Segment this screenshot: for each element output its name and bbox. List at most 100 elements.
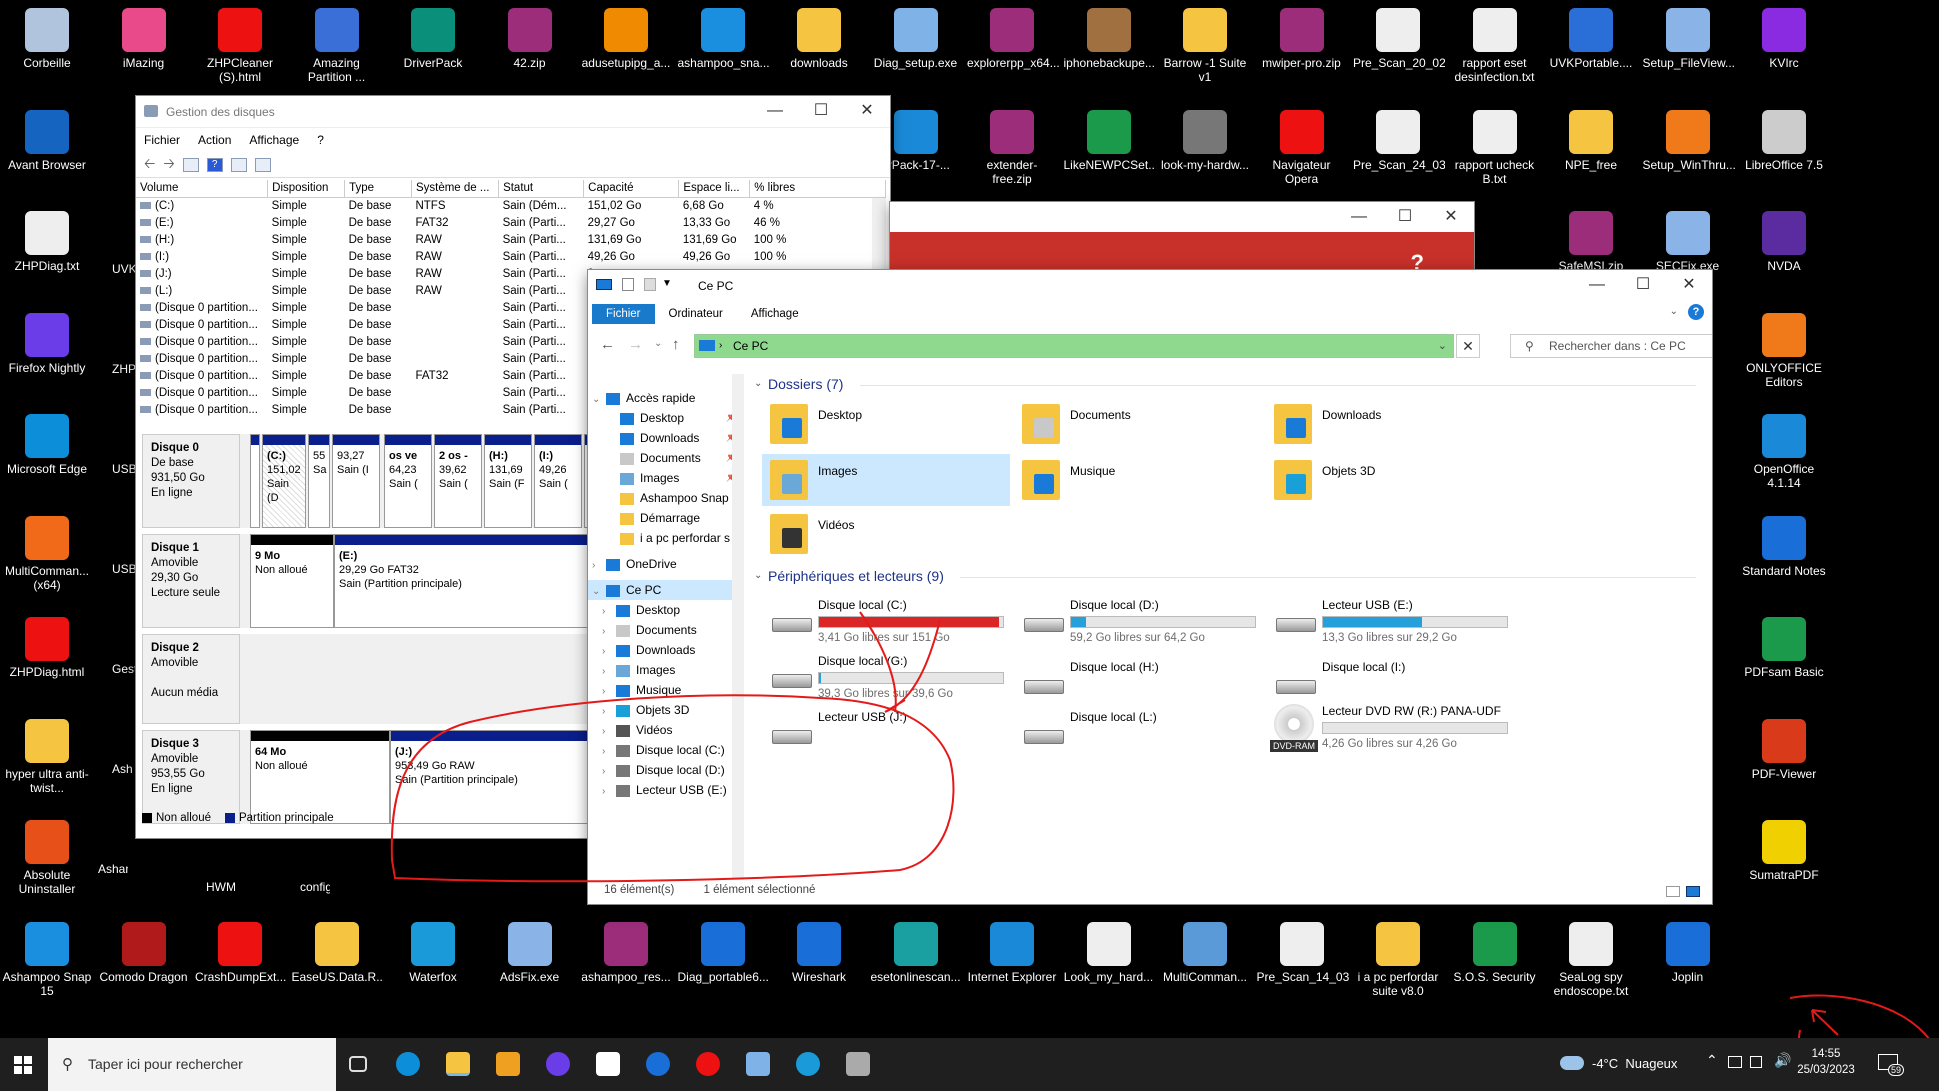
partition-block[interactable]: 2 os - 39,62 Sain ( <box>434 434 482 528</box>
desktop-icon[interactable]: rapport eset desinfection.txt <box>1448 2 1542 98</box>
column-header[interactable]: Statut <box>498 180 585 198</box>
desktop-icon[interactable]: ZHPDiag.txt <box>0 205 94 301</box>
desktop-icon[interactable]: ZHPDiag.html <box>0 611 94 707</box>
menu-affichage[interactable]: Affichage <box>249 133 299 147</box>
desktop-icon[interactable]: Navigateur Opera <box>1255 104 1349 200</box>
desktop-icon[interactable]: EaseUS.Data.R... <box>290 916 384 1012</box>
app-cyan-taskbar-icon[interactable] <box>796 1052 820 1076</box>
table-row[interactable]: (C:) Simple De base NTFS Sain (Dém... 151,02 … <box>136 197 886 214</box>
desktop-icon[interactable]: iphonebackupe... <box>1062 2 1156 98</box>
desktop-icon[interactable]: extender-free.zip <box>965 104 1059 200</box>
desktop-icon[interactable]: UVKPortable.... <box>1544 2 1638 98</box>
desktop-icon[interactable]: LikeNEWPCSet... <box>1062 104 1156 200</box>
nav-item[interactable]: Documents📌 <box>602 448 742 468</box>
desktop-icon[interactable]: ashampoo_res... <box>579 916 673 1012</box>
folder-tile[interactable]: Documents <box>1014 398 1262 450</box>
recent-dropdown-icon[interactable]: ⌄ <box>654 338 662 349</box>
drive-tile[interactable]: Disque local (C:) 3,41 Go libres sur 151 … <box>762 598 1010 650</box>
desktop-icon[interactable]: Corbeille <box>0 2 94 98</box>
desktop-icon[interactable]: Pre_Scan_14_03... <box>1255 916 1349 1012</box>
table-row[interactable]: (H:) Simple De base RAW Sain (Parti... 131,69… <box>136 231 886 248</box>
desktop-icon[interactable]: Waterfox <box>386 916 480 1012</box>
partition-block[interactable]: 9 Mo Non alloué <box>250 534 334 628</box>
desktop-icon[interactable]: look-my-hardw... <box>1158 104 1252 200</box>
edge-taskbar-icon[interactable] <box>396 1052 420 1076</box>
desktop-icon[interactable]: Wireshark <box>772 916 866 1012</box>
maximize-icon[interactable]: ☐ <box>1620 270 1666 300</box>
chevron-down-icon[interactable]: ⌄ <box>754 378 762 389</box>
drive-tile[interactable]: Lecteur USB (J:) <box>762 710 1010 762</box>
firefox-taskbar-icon[interactable] <box>546 1052 570 1076</box>
desktop-icon[interactable]: ashampoo_sna... <box>676 2 770 98</box>
up-arrow-icon[interactable]: ↑ <box>672 336 680 353</box>
disk-label[interactable]: Disque 1 Amovible 29,30 Go Lecture seule <box>142 534 240 628</box>
column-header[interactable]: % libres <box>749 180 886 198</box>
desktop-icon[interactable]: iMazing <box>97 2 191 98</box>
menu-help[interactable]: ? <box>317 133 324 147</box>
column-header[interactable]: Espace li... <box>678 180 751 198</box>
desktop-icon[interactable]: Pre_Scan_20_02... <box>1351 2 1445 98</box>
back-arrow-icon[interactable]: 🡠 <box>144 153 155 177</box>
table-row[interactable]: (I:) Simple De base RAW Sain (Parti... 49,26 … <box>136 248 886 265</box>
desktop-icon[interactable]: Pre_Scan_24_03... <box>1351 104 1445 200</box>
desktop-icon[interactable]: AdsFix.exe <box>483 916 577 1012</box>
desktop-icon[interactable]: DriverPack <box>386 2 480 98</box>
nav-item[interactable]: › Lecteur USB (E:) <box>602 780 742 800</box>
column-header[interactable]: Système de ... <box>411 180 500 198</box>
search-input[interactable]: ⚲ Rechercher dans : Ce PC <box>1510 334 1712 358</box>
chevron-icon[interactable]: ⌄ <box>592 582 606 602</box>
task-view-icon[interactable] <box>349 1056 367 1072</box>
desktop-icon[interactable]: Standard Notes <box>1737 510 1831 606</box>
nav-item[interactable]: i a pc perfordar s <box>602 528 742 548</box>
close-icon[interactable]: ✕ <box>1428 202 1474 232</box>
nav-scrollbar[interactable] <box>732 374 744 880</box>
nav-item[interactable]: › Documents <box>602 620 742 640</box>
tab-fichier[interactable]: Fichier <box>592 304 655 324</box>
chevron-icon[interactable]: › <box>592 556 606 576</box>
drive-tile[interactable]: Disque local (D:) 59,2 Go libres sur 64,2… <box>1014 598 1262 650</box>
desktop-icon[interactable]: Diag_setup.exe <box>869 2 963 98</box>
qat-dropdown-icon[interactable]: ▼ <box>662 278 672 289</box>
disk-management-taskbar-icon[interactable] <box>746 1052 770 1076</box>
tab-ordinateur[interactable]: Ordinateur <box>655 304 737 324</box>
desktop-icon[interactable]: Internet Explorer <box>965 916 1059 1012</box>
partition-block[interactable]: 93,27 Sain (I <box>332 434 380 528</box>
column-header[interactable]: Disposition <box>267 180 346 198</box>
new-folder-icon[interactable] <box>644 278 656 291</box>
table-row[interactable]: (E:) Simple De base FAT32 Sain (Parti... 29,2… <box>136 214 886 231</box>
partition-block[interactable]: (H:) 131,69 Sain (F <box>484 434 532 528</box>
store-taskbar-icon[interactable] <box>496 1052 520 1076</box>
column-header[interactable]: Type <box>344 180 412 198</box>
clock[interactable]: 14:55 25/03/2023 <box>1794 1046 1858 1078</box>
nav-item[interactable]: Démarrage <box>602 508 742 528</box>
chevron-icon[interactable]: ⌄ <box>592 390 606 410</box>
desktop-icon[interactable]: esetonlinescan... <box>869 916 963 1012</box>
devices-header[interactable]: Périphériques et lecteurs (9) <box>768 568 944 584</box>
nav-item[interactable]: › OneDrive <box>588 554 742 574</box>
opera-taskbar-icon[interactable] <box>696 1052 720 1076</box>
address-dropdown-icon[interactable]: ⌄ <box>1438 335 1447 357</box>
column-header[interactable]: Capacité <box>583 180 680 198</box>
desktop-icon[interactable]: rapport ucheck B.txt <box>1448 104 1542 200</box>
error-titlebar[interactable]: — ☐ ✕ <box>890 202 1474 232</box>
forward-arrow-icon[interactable]: 🡢 <box>163 153 174 177</box>
nav-item[interactable]: Ashampoo Snap <box>602 488 742 508</box>
disk-label[interactable]: Disque 0 De base 931,50 Go En ligne <box>142 434 240 528</box>
chevron-icon[interactable]: › <box>602 782 616 802</box>
nav-item[interactable]: Desktop📌 <box>602 408 742 428</box>
close-icon[interactable]: ✕ <box>844 96 890 126</box>
nav-item[interactable]: Downloads📌 <box>602 428 742 448</box>
nav-item[interactable]: › Disque local (C:) <box>602 740 742 760</box>
details-view-icon[interactable] <box>1666 886 1680 897</box>
nav-item[interactable]: › Disque local (D:) <box>602 760 742 780</box>
desktop-icon[interactable]: Microsoft Edge <box>0 408 94 504</box>
installer-taskbar-icon[interactable] <box>846 1052 870 1076</box>
partition-block[interactable]: 64 Mo Non alloué <box>250 730 390 824</box>
folders-header[interactable]: Dossiers (7) <box>768 376 843 392</box>
chevron-icon[interactable]: › <box>602 722 616 742</box>
partition-block[interactable]: (I:) 49,26 Sain ( <box>534 434 582 528</box>
desktop-icon[interactable]: SumatraPDF <box>1737 814 1831 910</box>
chevron-icon[interactable]: › <box>602 602 616 622</box>
menu-action[interactable]: Action <box>198 133 231 147</box>
folder-tile[interactable]: Vidéos <box>762 508 1010 560</box>
